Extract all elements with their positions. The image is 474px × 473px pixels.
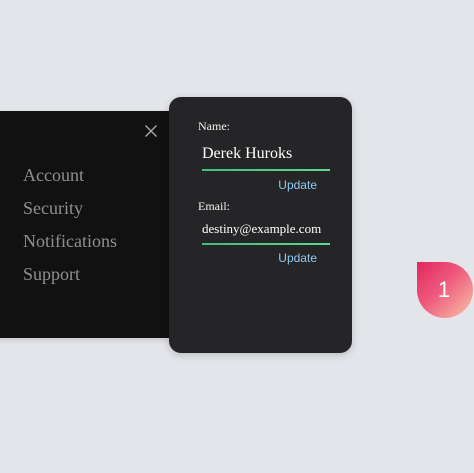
step-badge[interactable]: 1 — [417, 262, 473, 318]
update-name-button[interactable]: Update — [278, 178, 317, 192]
email-field-underline — [202, 243, 330, 245]
close-icon[interactable] — [144, 124, 158, 138]
name-field[interactable] — [202, 144, 330, 164]
menu-item-support[interactable]: Support — [23, 258, 117, 291]
email-field-label: Email: — [198, 199, 230, 213]
update-email-button[interactable]: Update — [278, 251, 317, 265]
profile-form-card: Name: Update Email: Update — [169, 97, 352, 353]
menu-item-notifications[interactable]: Notifications — [23, 225, 117, 258]
name-field-underline — [202, 169, 330, 171]
settings-menu-panel: Account Security Notifications Support — [0, 111, 183, 338]
settings-stage: Account Security Notifications Support N… — [0, 0, 474, 473]
menu-item-account[interactable]: Account — [23, 159, 117, 192]
menu-item-security[interactable]: Security — [23, 192, 117, 225]
name-field-label: Name: — [198, 119, 230, 133]
settings-menu-list: Account Security Notifications Support — [23, 159, 117, 291]
email-field[interactable] — [202, 220, 330, 238]
